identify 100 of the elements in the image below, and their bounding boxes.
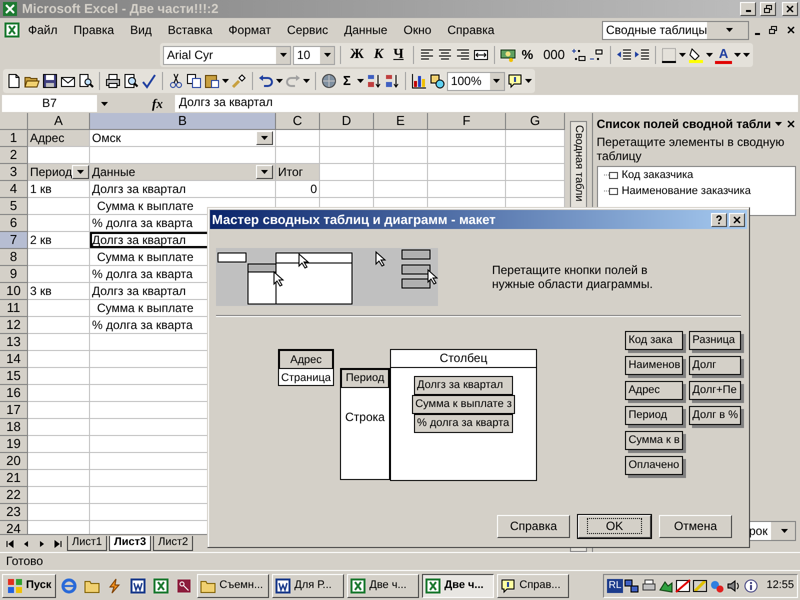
- dropdown-button[interactable]: [276, 46, 290, 64]
- row-header[interactable]: 7: [0, 232, 28, 249]
- field-button[interactable]: % долга за кварта: [414, 414, 513, 433]
- page-field-dropdown[interactable]: Омск: [90, 130, 276, 147]
- dialog-button[interactable]: OK: [578, 515, 651, 538]
- row-header[interactable]: 24: [0, 521, 28, 534]
- row-header[interactable]: 16: [0, 385, 28, 402]
- row-header[interactable]: 13: [0, 334, 28, 351]
- table-cell[interactable]: [28, 368, 90, 385]
- menu-item[interactable]: Вид: [122, 20, 160, 40]
- row-header[interactable]: 17: [0, 402, 28, 419]
- dialog-button[interactable]: Отмена: [659, 515, 732, 538]
- borders-icon[interactable]: [660, 47, 677, 63]
- table-cell[interactable]: 0: [276, 181, 320, 198]
- field-button[interactable]: Сумма к выплате з: [412, 395, 515, 414]
- dropdown-arrow-icon[interactable]: [356, 79, 364, 83]
- copy-icon[interactable]: [186, 73, 202, 89]
- dropdown-button[interactable]: [490, 72, 504, 90]
- menu-item[interactable]: Данные: [336, 20, 396, 40]
- increase-decimal-icon[interactable]: [570, 47, 587, 63]
- start-button[interactable]: Пуск: [2, 574, 56, 598]
- field-button[interactable]: Долг+Пе: [689, 381, 741, 400]
- zoom-field[interactable]: 100%: [446, 72, 505, 90]
- dropdown-arrow-icon[interactable]: [678, 53, 686, 57]
- table-cell[interactable]: [428, 147, 506, 164]
- connection-icon[interactable]: [692, 578, 708, 594]
- table-cell[interactable]: [28, 470, 90, 487]
- table-cell[interactable]: Долгз за квартал: [90, 181, 276, 198]
- language-indicator[interactable]: RL: [606, 578, 624, 592]
- row-header[interactable]: 19: [0, 436, 28, 453]
- row-header[interactable]: 6: [0, 215, 28, 232]
- table-cell[interactable]: 1 кв: [28, 181, 90, 198]
- field-button[interactable]: Адрес: [279, 350, 333, 369]
- dropdown-arrow-icon[interactable]: [101, 102, 108, 106]
- taskbar-button[interactable]: Две ч...: [347, 574, 420, 598]
- menu-item[interactable]: Вставка: [160, 20, 220, 40]
- pivot-field-button[interactable]: Итог: [276, 164, 320, 181]
- dropdown-button[interactable]: [72, 165, 90, 179]
- field-button[interactable]: Адрес: [625, 381, 684, 400]
- row-header[interactable]: 23: [0, 504, 28, 521]
- disconnected-icon[interactable]: [675, 578, 692, 594]
- table-cell[interactable]: [28, 317, 90, 334]
- menu-item[interactable]: Файл: [20, 20, 66, 40]
- table-cell[interactable]: [428, 130, 506, 147]
- field-button[interactable]: Долг в %: [689, 406, 741, 425]
- dropdown-arrow-icon[interactable]: [303, 79, 310, 83]
- row-area[interactable]: Период Строка: [340, 368, 390, 480]
- column-header[interactable]: G: [506, 113, 565, 130]
- globe-icon[interactable]: [321, 73, 337, 89]
- underline-button[interactable]: Ч: [389, 46, 408, 64]
- table-cell[interactable]: [374, 181, 428, 198]
- paste-icon[interactable]: [204, 73, 220, 89]
- row-header[interactable]: 9: [0, 266, 28, 283]
- column-header[interactable]: D: [320, 113, 374, 130]
- column-header[interactable]: C: [276, 113, 320, 130]
- last-sheet-icon[interactable]: [54, 540, 62, 548]
- dropdown-arrow-icon[interactable]: [734, 53, 742, 57]
- first-sheet-icon[interactable]: [6, 540, 14, 548]
- row-header[interactable]: 22: [0, 487, 28, 504]
- row-header[interactable]: 15: [0, 368, 28, 385]
- table-cell[interactable]: [28, 436, 90, 453]
- page-area[interactable]: Адрес Страница: [278, 349, 334, 386]
- search-icon[interactable]: [78, 73, 94, 89]
- bold-button[interactable]: Ж: [346, 46, 368, 64]
- pivot-field-dropdown[interactable]: Данные: [90, 164, 276, 181]
- workbook-icon[interactable]: [4, 22, 20, 38]
- menu-item[interactable]: Правка: [66, 20, 122, 40]
- dropdown-arrow-icon[interactable]: [524, 79, 532, 83]
- cut-icon[interactable]: [168, 73, 184, 89]
- font-color-button[interactable]: A: [714, 46, 732, 64]
- table-cell[interactable]: [28, 385, 90, 402]
- table-cell[interactable]: [428, 164, 506, 181]
- row-header[interactable]: 4: [0, 181, 28, 198]
- print-preview-icon[interactable]: [123, 73, 139, 89]
- sheet-tab[interactable]: Лист1: [67, 536, 108, 551]
- dropdown-arrow-icon[interactable]: [222, 79, 229, 83]
- drawing-icon[interactable]: [428, 73, 445, 89]
- taskbar-button[interactable]: Справ...: [497, 574, 570, 598]
- sheet-tab[interactable]: Лист3: [109, 536, 152, 551]
- column-header[interactable]: F: [428, 113, 506, 130]
- column-header[interactable]: E: [374, 113, 428, 130]
- merge-cells-icon[interactable]: [472, 47, 489, 63]
- dropdown-button[interactable]: [256, 165, 273, 179]
- table-cell[interactable]: [28, 419, 90, 436]
- name-box[interactable]: B7: [2, 95, 97, 112]
- dropdown-button[interactable]: [256, 131, 273, 145]
- table-cell[interactable]: [320, 130, 374, 147]
- pane-menu-icon[interactable]: [775, 122, 782, 126]
- table-cell[interactable]: [276, 130, 320, 147]
- taskbar-button[interactable]: Съемн...: [197, 574, 270, 598]
- field-button[interactable]: Долгз за квартал: [414, 376, 513, 395]
- data-area[interactable]: Долгз за квартал Сумма к выплате з % долга за кварта: [390, 368, 537, 481]
- close-button[interactable]: [729, 212, 745, 226]
- taskbar-button[interactable]: Две ч...: [422, 574, 494, 598]
- info-icon[interactable]: [743, 578, 760, 594]
- table-cell[interactable]: [28, 266, 90, 283]
- table-cell[interactable]: [374, 147, 428, 164]
- table-cell[interactable]: [320, 147, 374, 164]
- table-cell[interactable]: [28, 198, 90, 215]
- percent-button[interactable]: %: [518, 47, 538, 63]
